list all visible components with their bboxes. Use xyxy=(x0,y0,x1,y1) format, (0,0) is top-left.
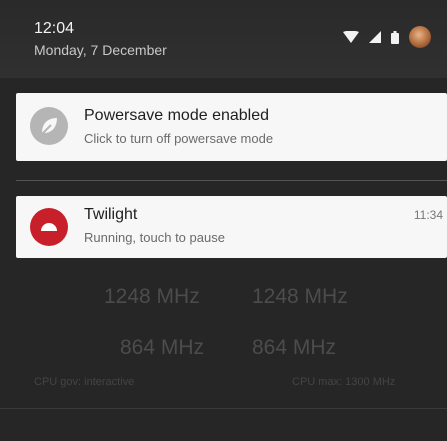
cpu-freq-3: 864 MHz xyxy=(120,336,205,359)
avatar[interactable] xyxy=(409,26,431,48)
cpu-max-label: CPU max: 1300 MHz xyxy=(292,376,396,388)
cpu-freq-4: 864 MHz xyxy=(252,336,337,359)
notification-title: Powersave mode enabled xyxy=(84,107,270,124)
twilight-icon xyxy=(30,208,68,246)
notification-title: Twilight xyxy=(84,206,138,223)
battery-icon xyxy=(391,30,399,44)
leaf-icon xyxy=(30,107,68,145)
notification-text: Running, touch to pause xyxy=(84,230,225,245)
signal-icon xyxy=(369,31,381,43)
wifi-icon xyxy=(343,31,359,43)
cpu-freq-1: 1248 MHz xyxy=(104,285,200,308)
system-icons xyxy=(343,26,431,48)
cpu-freq-2: 1248 MHz xyxy=(252,285,348,308)
divider xyxy=(0,408,447,409)
clock: 12:04 xyxy=(34,20,75,37)
date-label: Monday, 7 December xyxy=(34,42,167,58)
notification-powersave[interactable]: Powersave mode enabled Click to turn off… xyxy=(16,93,447,161)
notification-text: Click to turn off powersave mode xyxy=(84,131,274,146)
status-bar: 12:04 Monday, 7 December xyxy=(0,0,447,78)
notification-twilight[interactable]: Twilight Running, touch to pause 11:34 xyxy=(16,196,447,258)
notification-time: 11:34 xyxy=(413,208,443,222)
cpu-governor-label: CPU gov: interactive xyxy=(34,376,135,388)
divider xyxy=(16,180,447,181)
